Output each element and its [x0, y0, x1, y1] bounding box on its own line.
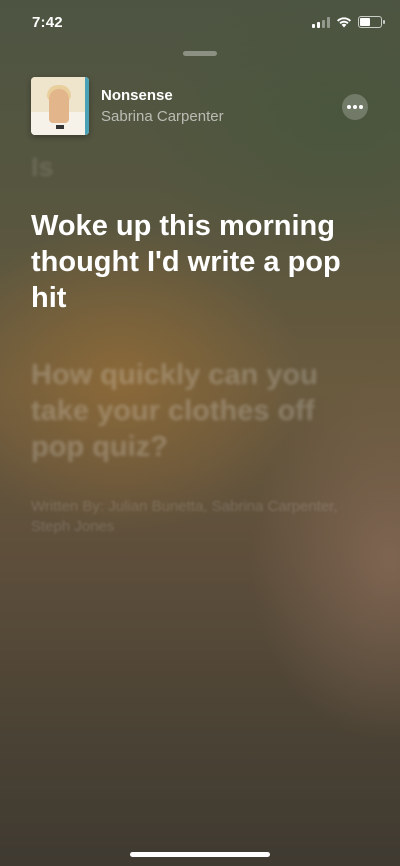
- songwriter-credits: Written By: Julian Bunetta, Sabrina Carp…: [31, 498, 338, 535]
- album-art[interactable]: [31, 77, 89, 135]
- ellipsis-icon: [347, 105, 351, 109]
- wifi-icon: [337, 17, 351, 28]
- cellular-signal-icon: [312, 16, 330, 28]
- lyric-line-next[interactable]: How quickly can you take your clothes of…: [31, 357, 351, 465]
- sheet-grabber-handle[interactable]: [183, 51, 217, 56]
- battery-icon: [358, 16, 385, 28]
- home-indicator[interactable]: [130, 852, 270, 857]
- lyric-line-previous[interactable]: Is: [31, 152, 54, 183]
- status-bar: 7:42: [0, 0, 400, 46]
- song-artist[interactable]: Sabrina Carpenter: [101, 108, 224, 125]
- status-icons: [312, 16, 385, 28]
- status-time: 7:42: [32, 14, 63, 31]
- more-options-button[interactable]: [342, 94, 368, 120]
- lyric-line-current[interactable]: Woke up this morning thought I'd write a…: [31, 208, 371, 316]
- song-title: Nonsense: [101, 87, 173, 104]
